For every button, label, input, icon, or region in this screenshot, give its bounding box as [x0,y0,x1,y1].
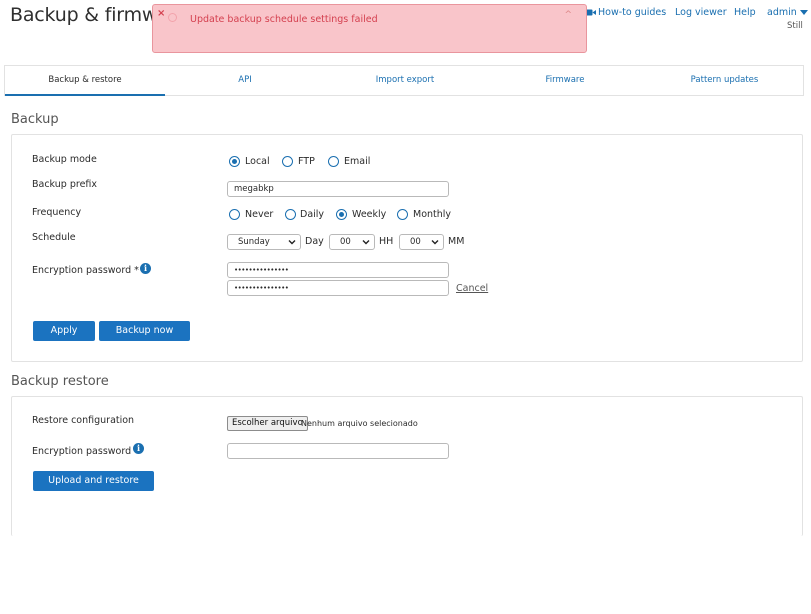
frequency-label: Frequency [32,207,82,218]
backup-prefix-label: Backup prefix [32,179,98,190]
tab-bar: Backup & restore API Import export Firmw… [4,65,804,96]
chevron-down-icon [362,240,370,245]
user-subtitle: Still [787,21,803,31]
radio-frequency-never-label: Never [245,209,274,220]
info-icon[interactable]: i [133,443,144,454]
encryption-password-input[interactable]: ••••••••••••••• [227,262,449,278]
choose-file-button[interactable]: Escolher arquivo [227,416,308,431]
backup-now-button[interactable]: Backup now [99,321,190,341]
log-viewer-link[interactable]: Log viewer [675,7,727,18]
schedule-minute-unit: MM [448,236,465,247]
radio-frequency-weekly-label: Weekly [352,209,387,220]
apply-button[interactable]: Apply [33,321,95,341]
schedule-day-value: Sunday [238,237,270,247]
radio-frequency-monthly-label: Monthly [413,209,452,220]
close-icon[interactable]: × [157,8,165,19]
error-alert: × Update backup schedule settings failed… [152,4,587,53]
tab-backup-restore[interactable]: Backup & restore [5,66,165,96]
radio-mode-local-label: Local [245,156,270,167]
radio-mode-email-label: Email [344,156,371,167]
page-title: Backup & firmwa [10,4,169,26]
tab-firmware[interactable]: Firmware [485,66,645,96]
help-link[interactable]: Help [734,7,756,18]
how-to-guides-link[interactable]: How-to guides [598,7,666,18]
caret-down-icon [799,10,808,15]
encryption-password-label: Encryption password * [32,265,139,276]
radio-frequency-never[interactable] [229,209,240,220]
radio-mode-ftp-label: FTP [298,156,315,167]
schedule-day-unit: Day [305,236,324,247]
backup-prefix-input[interactable]: megabkp [227,181,449,197]
encryption-password-confirm-input[interactable]: ••••••••••••••• [227,280,449,296]
user-name: admin [767,7,797,18]
radio-frequency-weekly[interactable] [336,209,347,220]
tab-import-export[interactable]: Import export [325,66,485,96]
tab-api[interactable]: API [165,66,325,96]
radio-mode-email[interactable] [328,156,339,167]
chevron-down-icon [431,240,439,245]
user-menu[interactable]: admin [767,7,808,18]
restore-encryption-password-input[interactable] [227,443,449,459]
radio-frequency-daily-label: Daily [300,209,325,220]
upload-and-restore-button[interactable]: Upload and restore [33,471,154,491]
schedule-hour-unit: HH [379,236,394,247]
radio-mode-local[interactable] [229,156,240,167]
restore-encryption-password-label: Encryption password [32,446,132,457]
schedule-minute-value: 00 [410,237,421,247]
info-icon[interactable]: i [140,263,151,274]
cancel-link[interactable]: Cancel [456,283,488,294]
radio-mode-ftp[interactable] [282,156,293,167]
schedule-day-select[interactable]: Sunday [227,234,301,250]
backup-mode-label: Backup mode [32,154,97,165]
alert-status-icon [168,13,177,22]
collapse-icon[interactable]: ^ [564,10,572,20]
schedule-label: Schedule [32,232,76,243]
chevron-down-icon [288,240,296,245]
restore-configuration-label: Restore configuration [32,415,135,426]
radio-frequency-daily[interactable] [285,209,296,220]
backup-restore-section-title: Backup restore [11,374,109,389]
schedule-minute-select[interactable]: 00 [399,234,444,250]
schedule-hour-value: 00 [340,237,351,247]
file-status: Nenhum arquivo selecionado [301,419,418,428]
schedule-hour-select[interactable]: 00 [329,234,375,250]
alert-message: Update backup schedule settings failed [190,14,378,25]
video-camera-icon [586,9,596,16]
radio-frequency-monthly[interactable] [397,209,408,220]
tab-pattern-updates[interactable]: Pattern updates [645,66,804,96]
backup-section-title: Backup [11,112,59,127]
